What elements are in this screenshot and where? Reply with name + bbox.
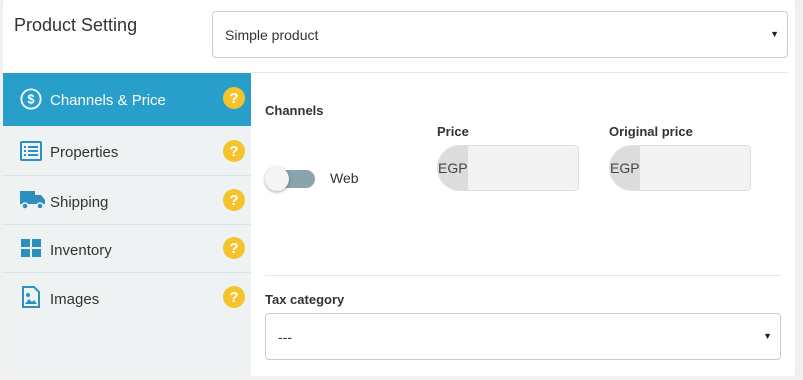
channels-price-panel: Channels Web Price EGP Original price EG…	[251, 73, 795, 376]
product-type-value: Simple product	[225, 26, 319, 43]
web-channel-toggle[interactable]	[265, 167, 315, 191]
list-icon	[20, 140, 42, 162]
tax-category-select[interactable]: --- ▼	[265, 313, 781, 360]
image-file-icon	[20, 286, 42, 308]
grid-icon	[20, 237, 42, 259]
original-price-label: Original price	[609, 124, 693, 139]
dollar-circle-icon: $	[20, 88, 42, 110]
truck-icon	[19, 189, 47, 211]
caret-down-icon: ▼	[763, 331, 772, 341]
sidebar-item-label: Inventory	[50, 242, 112, 259]
product-type-select[interactable]: Simple product ▼	[212, 11, 788, 58]
web-channel-label: Web	[330, 170, 359, 186]
help-icon[interactable]: ?	[223, 87, 245, 109]
channels-heading: Channels	[265, 103, 324, 118]
caret-down-icon: ▼	[770, 29, 779, 39]
divider	[265, 275, 781, 276]
help-icon[interactable]: ?	[223, 237, 245, 259]
help-icon[interactable]: ?	[223, 286, 245, 308]
svg-text:$: $	[27, 92, 34, 107]
help-icon[interactable]: ?	[223, 140, 245, 162]
product-setting-card: Product Setting Simple product ▼ $ Chann…	[3, 0, 795, 376]
sidebar-item-inventory[interactable]: Inventory ?	[3, 225, 251, 273]
price-input[interactable]	[467, 146, 578, 190]
help-icon[interactable]: ?	[223, 189, 245, 211]
original-price-currency-addon: EGP	[610, 146, 640, 190]
tax-category-value: ---	[278, 328, 292, 345]
tax-category-label: Tax category	[265, 292, 345, 307]
sidebar-item-label: Shipping	[50, 194, 109, 211]
sidebar: $ Channels & Price ? Properties ? Shippi…	[3, 73, 251, 376]
page-title: Product Setting	[14, 15, 138, 35]
sidebar-item-channels-price[interactable]: $ Channels & Price ?	[3, 73, 251, 126]
sidebar-item-label: Channels & Price	[50, 92, 166, 109]
sidebar-item-label: Images	[50, 291, 100, 308]
price-input-group: EGP	[437, 145, 579, 191]
original-price-input-group: EGP	[609, 145, 751, 191]
price-label: Price	[437, 124, 469, 139]
price-currency-addon: EGP	[438, 146, 468, 190]
toggle-knob	[265, 167, 289, 191]
sidebar-item-shipping[interactable]: Shipping ?	[3, 176, 251, 225]
original-price-input[interactable]	[639, 146, 750, 190]
sidebar-item-images[interactable]: Images ?	[3, 273, 251, 323]
sidebar-item-properties[interactable]: Properties ?	[3, 126, 251, 176]
sidebar-item-label: Properties	[50, 144, 119, 161]
